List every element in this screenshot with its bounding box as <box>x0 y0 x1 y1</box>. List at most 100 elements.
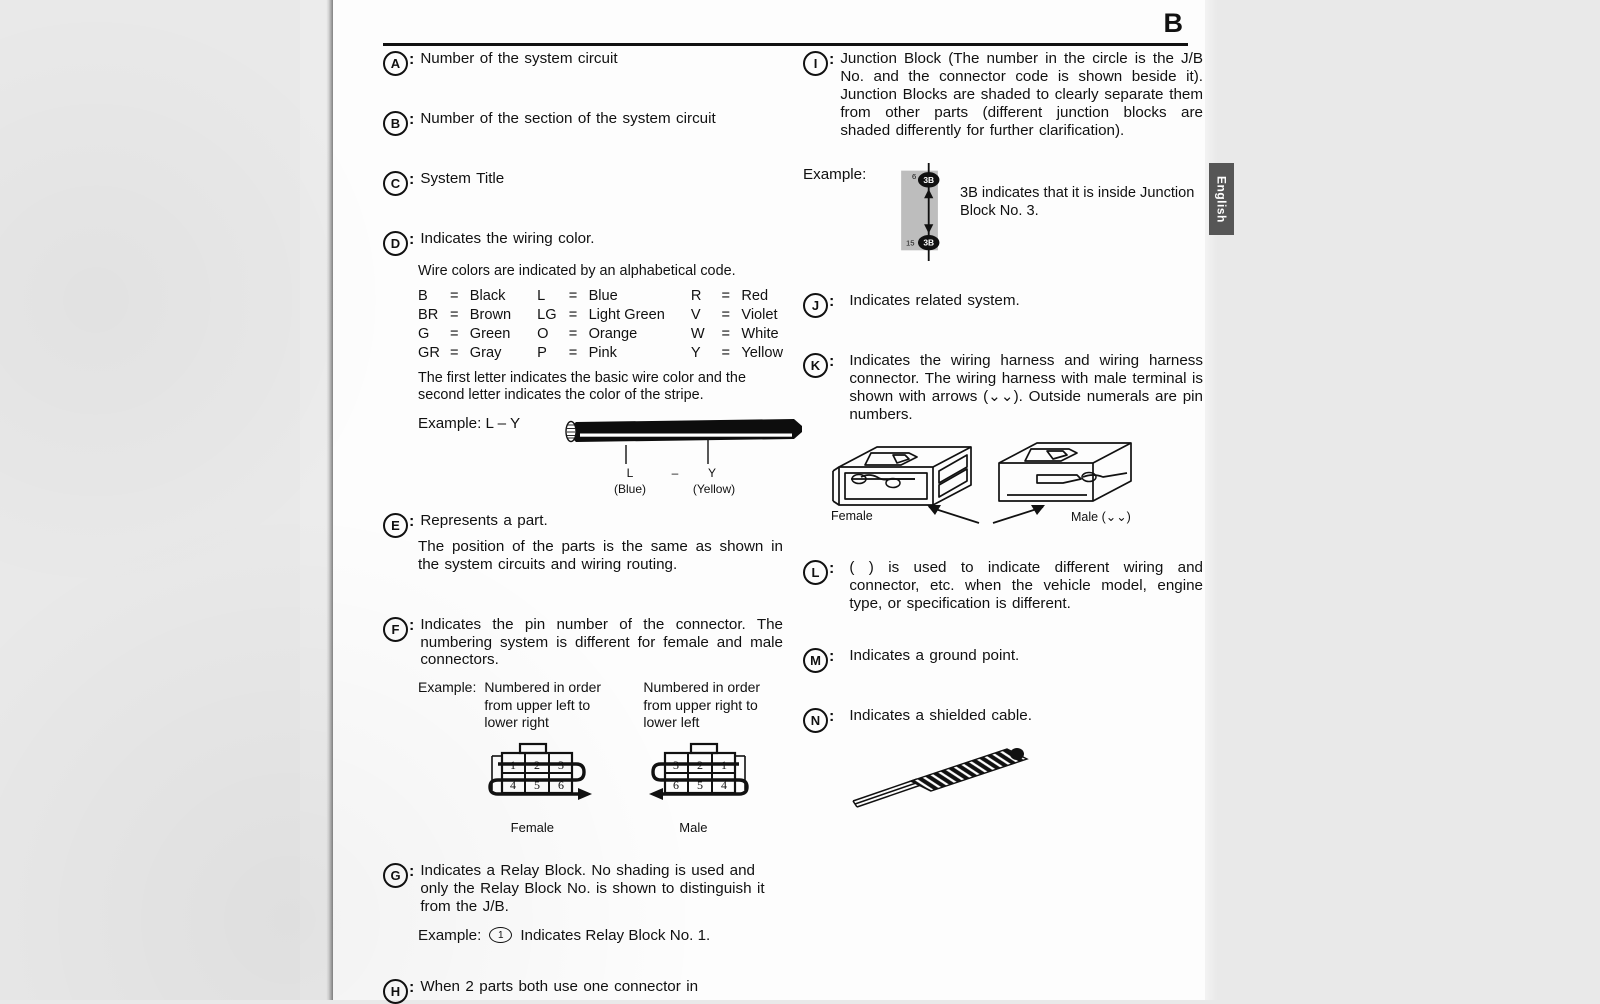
equals-sign: = <box>721 306 731 323</box>
color-name: White <box>741 325 779 342</box>
equals-sign: = <box>450 287 459 304</box>
color-name: Light Green <box>588 306 665 323</box>
table-row: G = Green O = Orange W = White <box>418 326 783 345</box>
legend-key-h: H <box>383 978 408 1004</box>
legend-key-f: F <box>383 616 408 642</box>
pin-example-label: Example: <box>418 679 477 696</box>
harness-connector-figure: Female Male (⌄⌄) <box>831 433 1203 533</box>
legend-item-i: I : Junction Block (The number in the ci… <box>803 50 1203 276</box>
legend-text-a: Number of the system circuit <box>420 50 618 67</box>
color-code: BR <box>418 306 439 323</box>
legend-colon: : <box>409 231 415 248</box>
relay-example-row: Example: 1 Indicates Relay Block No. 1. <box>418 927 783 944</box>
svg-text:3B: 3B <box>923 175 934 185</box>
equals-sign: = <box>450 344 459 361</box>
legend-colon: : <box>409 978 415 996</box>
legend-item-c: C : System Title <box>383 170 783 196</box>
legend-text-e: Represents a part. <box>420 511 548 529</box>
male-connector-pin-diagram: 3 2 1 6 5 4 <box>649 742 750 800</box>
wire-label-left-code: L <box>626 465 634 480</box>
color-code: B <box>418 287 428 304</box>
legend-text-c: System Title <box>420 170 505 187</box>
legend-colon: : <box>409 111 415 128</box>
connector-label-female: Female <box>831 509 873 524</box>
color-name: Yellow <box>741 344 783 361</box>
legend-text-k: Indicates the wiring harness and wiring … <box>849 351 1203 423</box>
legend-item-h: H : When 2 parts both use one connector … <box>383 978 783 1004</box>
color-code: L <box>537 287 546 304</box>
color-name: Gray <box>469 344 502 361</box>
legend-text-j: Indicates related system. <box>849 291 1020 309</box>
wire-label-dash: – <box>671 465 679 480</box>
legend-text-b: Number of the section of the system circ… <box>420 110 716 127</box>
legend-key-n: N <box>803 708 828 734</box>
jb-example-label: Example: <box>803 165 867 183</box>
pin-column-male: Numbered in order from upper right to lo… <box>643 679 780 836</box>
legend-item-b: B : Number of the section of the system … <box>383 110 783 136</box>
legend-key-a: A <box>383 51 408 76</box>
shielded-cable-drawing <box>852 748 1029 808</box>
legend-column-right: I : Junction Block (The number in the ci… <box>803 50 1203 811</box>
pin-example-block: Example: Numbered in order from upper le… <box>418 679 783 836</box>
equals-sign: = <box>568 344 578 361</box>
color-name: Black <box>469 287 506 304</box>
english-thumb-tab[interactable]: English <box>1209 163 1234 235</box>
legend-colon: : <box>829 51 835 68</box>
legend-colon: : <box>409 512 415 530</box>
wire-color-intro: Wire colors are indicated by an alphabet… <box>418 263 736 279</box>
equals-sign: = <box>568 306 578 323</box>
female-caption: Female <box>510 819 555 835</box>
color-code: W <box>690 325 705 342</box>
page-edge-right <box>1205 0 1217 1000</box>
equals-sign: = <box>721 344 731 361</box>
legend-key-i: I <box>803 51 828 76</box>
wire-example-figure: L – Y (Blue) (Yellow) <box>418 410 802 496</box>
color-name: Pink <box>588 344 617 361</box>
equals-sign: = <box>721 287 731 304</box>
equals-sign: = <box>450 306 459 323</box>
legend-colon: : <box>829 708 835 726</box>
color-code: Y <box>690 344 701 361</box>
thumb-tab-label: English <box>1214 175 1229 223</box>
color-code: P <box>537 344 547 361</box>
legend-item-f: F : Indicates the pin number of the conn… <box>383 616 783 837</box>
junction-block-diagram: 3B 6 3B 15 <box>901 162 940 261</box>
legend-colon: : <box>829 648 835 666</box>
legend-item-n: N : Indicates a shielded cable. <box>803 707 1203 811</box>
color-code: LG <box>537 306 557 323</box>
legend-key-b: B <box>383 111 408 136</box>
legend-key-d: D <box>383 231 408 256</box>
page-letter: B <box>1163 8 1184 38</box>
male-caption: Male <box>679 819 708 835</box>
legend-column-left: A : Number of the system circuit B : Num… <box>383 50 802 1004</box>
wire-color-table: B = Black L = Blue R = Red BR = Brown LG… <box>418 288 783 364</box>
equals-sign: = <box>450 325 459 342</box>
legend-item-a: A : Number of the system circuit <box>383 50 783 76</box>
color-name: Blue <box>588 287 618 304</box>
legend-text-l: ( ) is used to indicate different wiring… <box>849 559 1203 613</box>
color-name: Orange <box>588 325 638 342</box>
legend-subtext-e: The position of the parts is the same as… <box>418 537 783 573</box>
relay-block-symbol: 1 <box>489 927 513 944</box>
legend-key-l: L <box>803 560 828 586</box>
wire-color-note: The first letter indicates the basic wir… <box>418 369 746 404</box>
legend-text-g: Indicates a Relay Block. No shading is u… <box>420 862 765 915</box>
legend-item-d: D : Indicates the wiring color. Wire col… <box>383 230 802 496</box>
manual-page: B A : Number of the system circuit B : N… <box>333 0 1205 1004</box>
junction-block-example: Example: 3B 6 3B 15 3B indicates that it… <box>803 148 1203 276</box>
legend-colon: : <box>409 863 415 881</box>
color-code: V <box>690 306 701 323</box>
legend-item-j: J : Indicates related system. <box>803 292 1203 318</box>
legend-item-m: M : Indicates a ground point. <box>803 647 1203 674</box>
shielded-cable-figure <box>851 745 1203 811</box>
legend-text-h: When 2 parts both use one connector in <box>420 977 699 995</box>
pin-order-description: Numbered in order from upper left to low… <box>484 679 602 731</box>
color-code: G <box>418 325 430 342</box>
connector-label-male: Male (⌄⌄) <box>1071 510 1131 525</box>
scan-background-left <box>300 0 327 1000</box>
color-code: GR <box>418 344 440 361</box>
legend-key-j: J <box>803 292 828 318</box>
equals-sign: = <box>568 325 578 342</box>
table-row: BR = Brown LG = Light Green V = Violet <box>418 307 783 326</box>
legend-item-e: E : Represents a part. The position of t… <box>383 512 783 574</box>
